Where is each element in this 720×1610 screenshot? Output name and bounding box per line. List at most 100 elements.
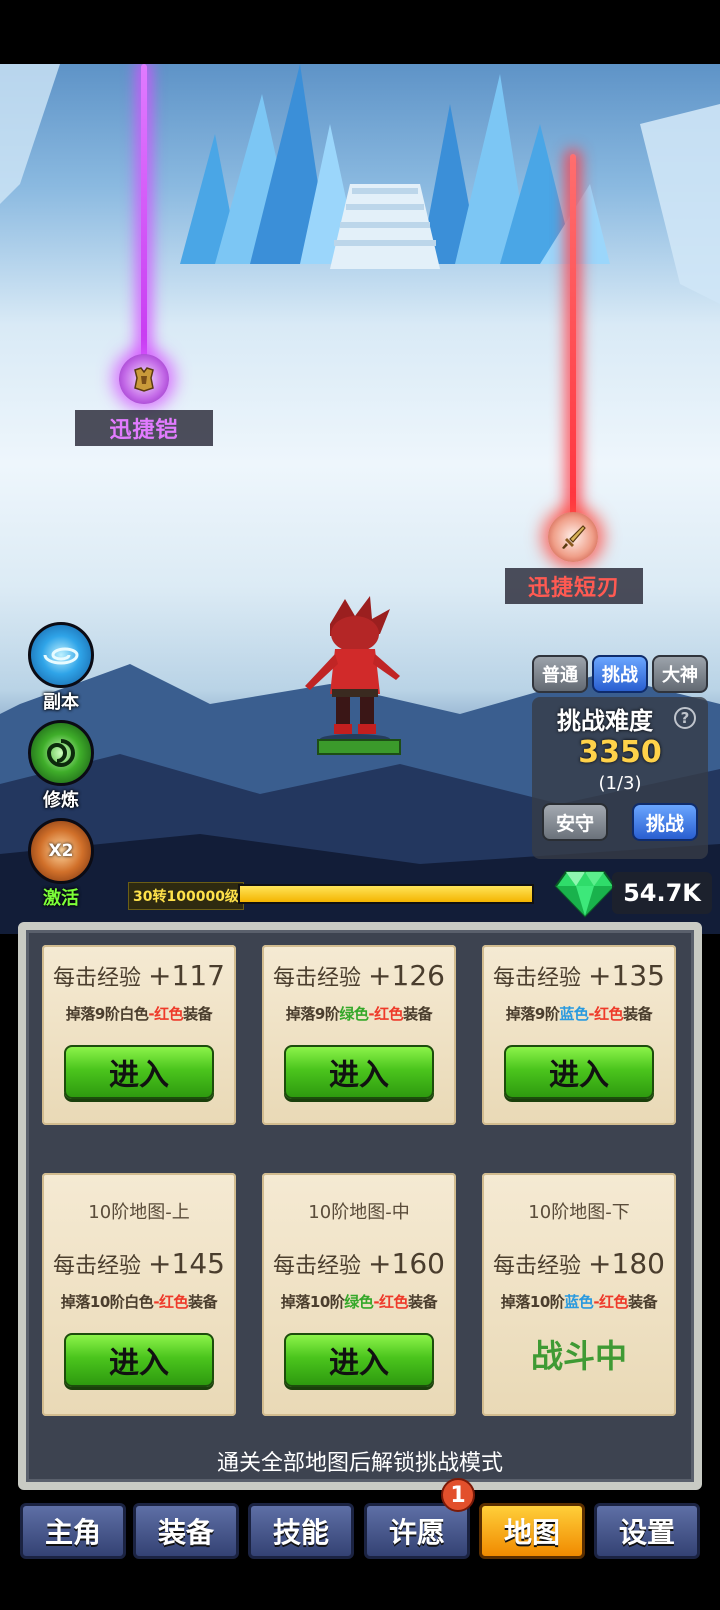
exp-per-hit: 每击经验 +117 bbox=[42, 959, 236, 992]
map-title: 10阶地图-下 bbox=[528, 1202, 630, 1223]
enter-button[interactable]: 进入 bbox=[64, 1333, 214, 1387]
map-card: 每击经验 +126 掉落9阶绿色-红色装备进入 bbox=[262, 945, 456, 1125]
nav-hero[interactable]: 主角 bbox=[20, 1503, 126, 1559]
map-card: 每击经验 +135 掉落9阶蓝色-红色装备进入 bbox=[482, 945, 676, 1125]
drop-from-quality: 白色 bbox=[124, 1293, 154, 1311]
drop-to-quality: 红色 bbox=[379, 1293, 409, 1311]
drop-suffix: 装备 bbox=[628, 1293, 658, 1311]
drop-suffix: 装备 bbox=[183, 1005, 213, 1023]
exp-value: +135 bbox=[588, 959, 665, 992]
map-card: 10阶地图-下每击经验 +180 掉落10阶蓝色-红色装备战斗中 bbox=[482, 1173, 676, 1416]
gem-icon bbox=[554, 871, 616, 918]
map-title: 10阶地图-中 bbox=[308, 1202, 410, 1223]
drop-from-quality: 白色 bbox=[119, 1005, 149, 1023]
exp-label: 每击经验 bbox=[493, 966, 582, 991]
exp-per-hit: 每击经验 +180 bbox=[482, 1247, 676, 1280]
status-bar bbox=[0, 0, 720, 64]
nav-map[interactable]: 地图 bbox=[479, 1503, 585, 1559]
exp-per-hit: 每击经验 +135 bbox=[482, 959, 676, 992]
exp-label: 每击经验 bbox=[493, 1254, 582, 1279]
bottom-nav: 主角 装备 技能 许愿 地图 设置 bbox=[0, 1500, 720, 1610]
drop-prefix: 掉落10阶 bbox=[280, 1293, 345, 1311]
drop-info: 掉落10阶绿色-红色装备 bbox=[262, 1291, 456, 1312]
activate-menu[interactable]: X2 激活 bbox=[26, 818, 96, 910]
drop-suffix: 装备 bbox=[403, 1005, 433, 1023]
exp-value: +160 bbox=[368, 1247, 445, 1280]
experience-bar-fill bbox=[240, 886, 532, 902]
drop-prefix: 掉落9阶 bbox=[285, 1005, 340, 1023]
nav-equipment[interactable]: 装备 bbox=[133, 1503, 239, 1559]
enter-button[interactable]: 进入 bbox=[504, 1045, 654, 1099]
drop-prefix: 掉落10阶 bbox=[500, 1293, 565, 1311]
nav-settings[interactable]: 设置 bbox=[594, 1503, 700, 1559]
drop-to-quality: 红色 bbox=[599, 1293, 629, 1311]
dagger-icon bbox=[562, 525, 586, 549]
difficulty-progress: (1/3) bbox=[598, 773, 642, 794]
help-icon[interactable]: ? bbox=[674, 707, 696, 729]
drop-info: 掉落9阶白色-红色装备 bbox=[42, 1003, 236, 1024]
drop-to-quality: 红色 bbox=[159, 1293, 189, 1311]
dungeon-menu[interactable]: 副本 bbox=[26, 622, 96, 714]
armor-drop-label[interactable]: 迅捷铠 bbox=[75, 410, 213, 446]
exp-value: +126 bbox=[368, 959, 445, 992]
tab-god[interactable]: 大神 bbox=[652, 655, 708, 693]
difficulty-title: 挑战难度 bbox=[557, 707, 653, 735]
activate-label: 激活 bbox=[43, 888, 79, 909]
unlock-hint: 通关全部地图后解锁挑战模式 bbox=[216, 1451, 503, 1476]
drop-suffix: 装备 bbox=[623, 1005, 653, 1023]
exp-per-hit: 每击经验 +160 bbox=[262, 1247, 456, 1280]
exp-value: +145 bbox=[148, 1247, 225, 1280]
exp-label: 每击经验 bbox=[53, 966, 142, 991]
exp-label: 每击经验 bbox=[273, 1254, 362, 1279]
drop-info: 掉落10阶蓝色-红色装备 bbox=[482, 1291, 676, 1312]
wish-notification-badge: 1 bbox=[441, 1478, 475, 1512]
drop-from-quality: 绿色 bbox=[339, 1005, 369, 1023]
armor-drop-icon[interactable] bbox=[119, 354, 169, 404]
drop-from-quality: 蓝色 bbox=[564, 1293, 594, 1311]
difficulty-value: 3350 bbox=[578, 735, 662, 770]
level-badge: 30转100000级 bbox=[128, 882, 244, 910]
map-card: 每击经验 +117 掉落9阶白色-红色装备进入 bbox=[42, 945, 236, 1125]
map-card: 10阶地图-上 每击经验 +145 掉落10阶白色-红色装备 进入 bbox=[42, 1173, 236, 1416]
tab-normal[interactable]: 普通 bbox=[532, 655, 588, 693]
double-badge: X2 bbox=[48, 841, 74, 861]
dungeon-label: 副本 bbox=[43, 692, 79, 713]
exp-value: +180 bbox=[588, 1247, 665, 1280]
drop-prefix: 掉落10阶 bbox=[60, 1293, 125, 1311]
map-title: 10阶地图-上 bbox=[88, 1202, 190, 1223]
drop-info: 掉落9阶绿色-红色装备 bbox=[262, 1003, 456, 1024]
defend-button[interactable]: 安守 bbox=[542, 803, 608, 841]
fighting-status: 战斗中 bbox=[530, 1337, 627, 1375]
enter-button[interactable]: 进入 bbox=[284, 1333, 434, 1387]
challenge-button[interactable]: 挑战 bbox=[632, 803, 698, 841]
red-drop-beam bbox=[570, 154, 576, 539]
drop-to-quality: 红色 bbox=[154, 1005, 184, 1023]
experience-bar bbox=[238, 884, 534, 904]
drop-to-quality: 红色 bbox=[374, 1005, 404, 1023]
swirl-icon bbox=[28, 720, 94, 786]
tab-challenge[interactable]: 挑战 bbox=[592, 655, 648, 693]
hero-health-bar bbox=[317, 739, 401, 755]
exp-label: 每击经验 bbox=[273, 966, 362, 991]
drop-suffix: 装备 bbox=[188, 1293, 218, 1311]
dagger-drop-icon[interactable] bbox=[548, 512, 598, 562]
purple-drop-beam bbox=[141, 64, 147, 382]
drop-suffix: 装备 bbox=[408, 1293, 438, 1311]
training-label: 修炼 bbox=[43, 790, 79, 811]
drop-from-quality: 绿色 bbox=[344, 1293, 374, 1311]
exp-value: +117 bbox=[148, 959, 225, 992]
enter-button[interactable]: 进入 bbox=[64, 1045, 214, 1099]
treasure-bag-icon: X2 bbox=[28, 818, 94, 884]
drop-info: 掉落9阶蓝色-红色装备 bbox=[482, 1003, 676, 1024]
exp-per-hit: 每击经验 +126 bbox=[262, 959, 456, 992]
vortex-icon bbox=[28, 622, 94, 688]
gem-count: 54.7K bbox=[612, 872, 712, 914]
armor-icon bbox=[134, 367, 154, 392]
training-menu[interactable]: 修炼 bbox=[26, 720, 96, 812]
map-card: 10阶地图-中每击经验 +160 掉落10阶绿色-红色装备进入 bbox=[262, 1173, 456, 1416]
enter-button[interactable]: 进入 bbox=[284, 1045, 434, 1099]
nav-skills[interactable]: 技能 bbox=[248, 1503, 354, 1559]
dagger-drop-label[interactable]: 迅捷短刃 bbox=[505, 568, 643, 604]
drop-from-quality: 蓝色 bbox=[559, 1005, 589, 1023]
drop-to-quality: 红色 bbox=[594, 1005, 624, 1023]
